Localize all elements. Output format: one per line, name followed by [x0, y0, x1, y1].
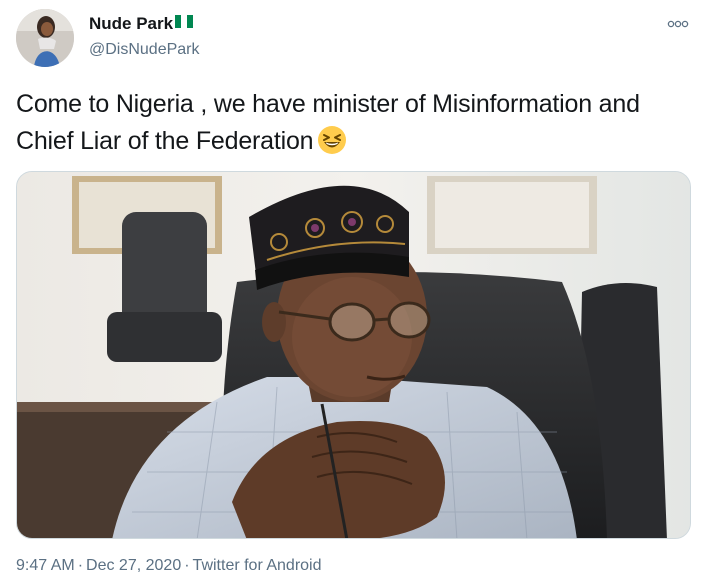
tweet-text-container: Come to Nigeria , we have minister of Mi… [16, 86, 692, 166]
tweet-card: Nude Park @DisNudePark Come to Nigeria ,… [0, 0, 708, 583]
more-options-icon[interactable] [666, 16, 690, 32]
tweet-time[interactable]: 9:47 AM [16, 557, 75, 574]
avatar[interactable] [16, 9, 74, 67]
grinning-squinting-face-icon [317, 125, 347, 166]
tweet-date[interactable]: Dec 27, 2020 [86, 557, 181, 574]
display-name[interactable]: Nude Park [89, 14, 173, 34]
tweet-meta: 9:47 AM · Dec 27, 2020 · Twitter for Android [16, 557, 322, 575]
nigeria-flag-icon [175, 14, 194, 34]
tweet-source[interactable]: Twitter for Android [193, 557, 322, 574]
meta-separator: · [184, 557, 190, 574]
author-name-row[interactable]: Nude Park [89, 14, 194, 34]
meta-separator: · [77, 557, 84, 574]
photo-of-man-in-office [17, 172, 690, 538]
avatar-image [16, 9, 74, 67]
tweet-media-photo[interactable] [16, 171, 691, 539]
user-handle[interactable]: @DisNudePark [89, 41, 200, 59]
